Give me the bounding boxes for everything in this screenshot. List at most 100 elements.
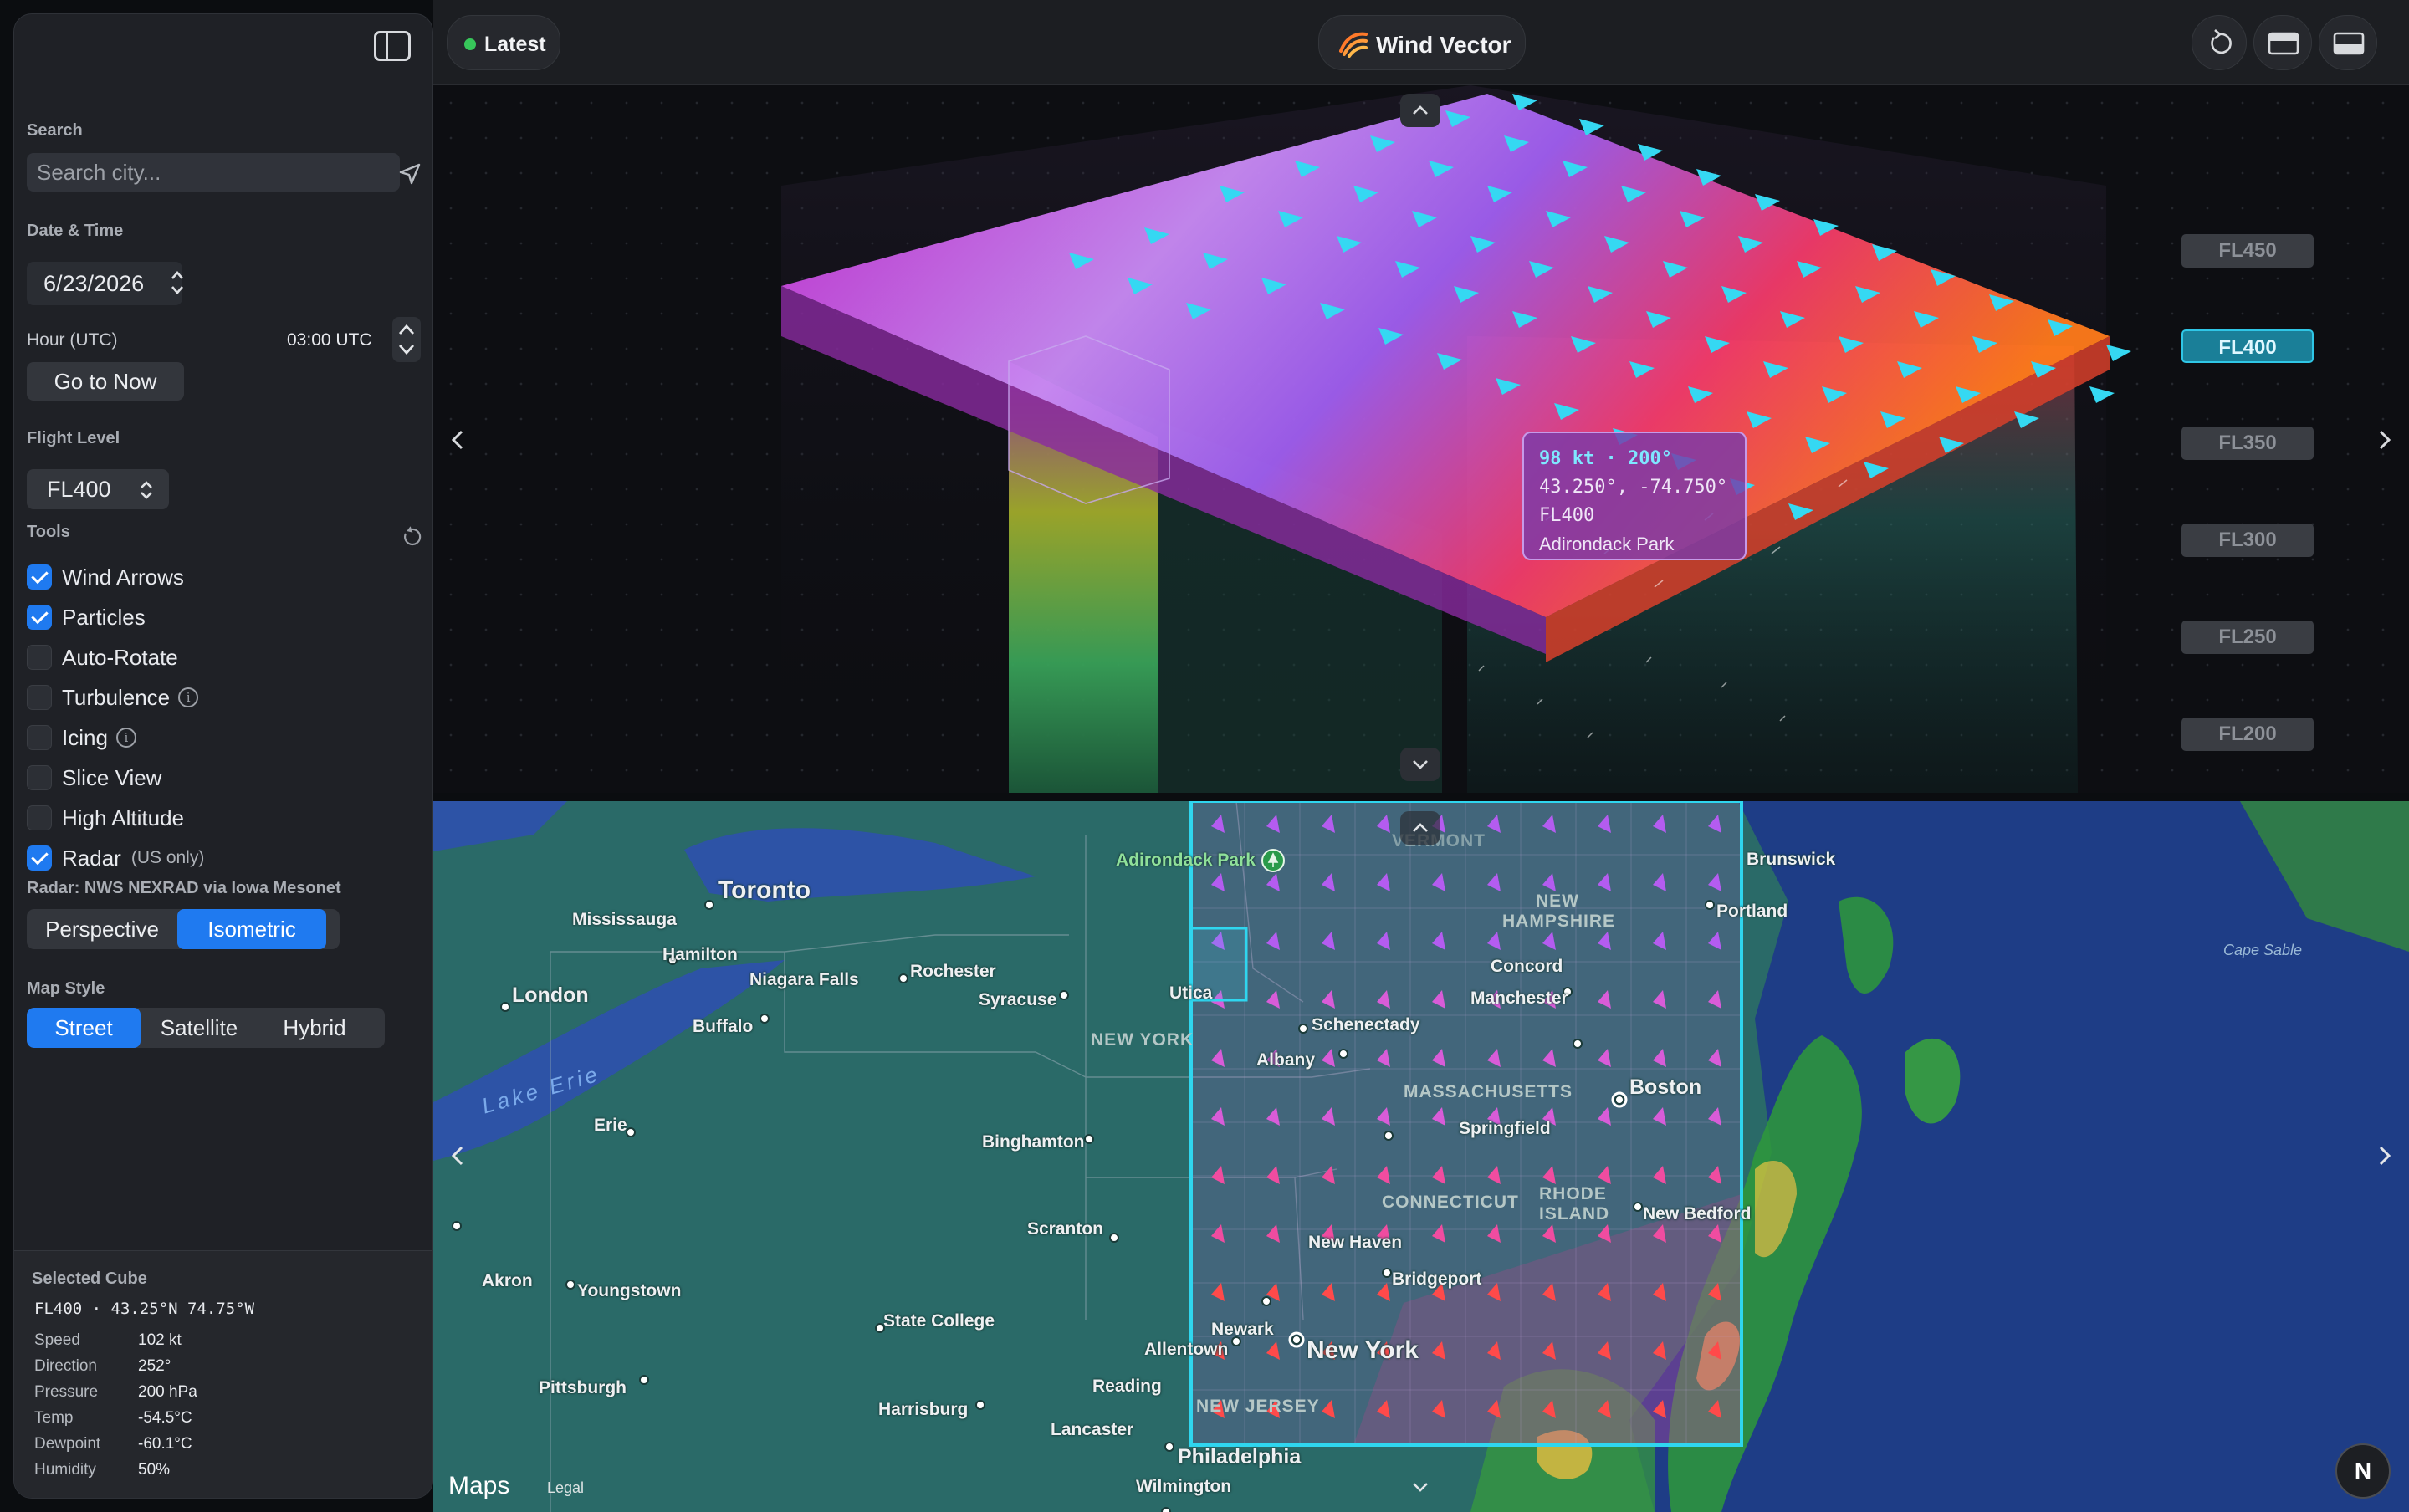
poi-label: Adirondack Park [1116,850,1256,870]
city-label: Allentown [1144,1340,1229,1359]
chevron-right-icon[interactable] [2372,423,2397,457]
go-to-now-button[interactable]: Go to Now [27,362,184,401]
chevron-up-icon [1413,823,1428,832]
reset-icon[interactable] [401,526,422,548]
latest-button[interactable]: Latest [447,15,560,70]
chevron-left-icon[interactable] [445,423,470,457]
tool-turbulence[interactable]: Turbulence i [27,683,199,712]
projection-isometric[interactable]: Isometric [177,909,326,949]
location-arrow-icon[interactable] [397,161,422,186]
chevron-up-button[interactable] [1400,94,1440,127]
city-label: Utica [1169,983,1213,1003]
fl-button-fl300[interactable]: FL300 [2181,524,2314,557]
checkbox-slice-view[interactable] [27,765,52,790]
chevron-left-icon[interactable] [445,1139,470,1172]
region-label: RHODE [1539,1184,1607,1203]
app-title: Wind Vector [1376,32,1511,58]
info-icon[interactable]: i [115,728,136,748]
maps-attribution: Maps [448,1472,509,1500]
cube-key: Pressure [34,1383,99,1401]
chevron-down-icon [1413,760,1428,769]
selected-cube-title: Selected Cube [32,1269,147,1288]
tool-label: Icing [62,724,108,750]
search-input[interactable]: Search city... [27,153,400,192]
tool-radar[interactable]: Radar (US only) [27,844,204,872]
city-label: Toronto [718,876,811,904]
region-label: HAMPSHIRE [1502,912,1616,931]
flight-level-value: FL400 [47,477,111,502]
hour-stepper[interactable] [392,317,421,362]
city-label: London [512,983,589,1007]
map-style-label: Map Style [27,979,105,998]
tool-wind-arrows[interactable]: Wind Arrows [27,563,184,591]
sidebar-toggle-icon[interactable] [374,31,411,61]
checkbox-turbulence[interactable] [27,685,52,710]
region-label: NEW JERSEY [1196,1397,1320,1416]
sidebar-header [14,14,432,84]
maps-label: Maps [448,1472,510,1499]
map-style-satellite[interactable]: Satellite [141,1008,258,1048]
refresh-button[interactable] [2192,15,2247,70]
tool-label: Radar [62,845,121,871]
tool-auto-rotate[interactable]: Auto-Rotate [27,643,178,672]
legal-link[interactable]: Legal [547,1479,584,1497]
projection-perspective[interactable]: Perspective [27,909,177,949]
city-label: Albany [1256,1050,1316,1070]
tooltip-speed: 98 kt · 200° [1539,448,1672,469]
info-icon[interactable]: i [178,687,199,707]
city-label: Schenectady [1312,1015,1420,1034]
chevron-down-icon[interactable] [1400,1470,1440,1504]
brand-pill: Wind Vector [1318,15,1526,70]
region-label: ISLAND [1539,1204,1610,1223]
date-stepper-icon[interactable] [170,268,185,298]
city-label: Scranton [1027,1219,1104,1239]
chevron-right-icon[interactable] [2372,1139,2397,1172]
map-style-hybrid[interactable]: Hybrid [258,1008,371,1048]
checkbox-particles[interactable] [27,605,52,630]
tool-icing[interactable]: Icing i [27,723,136,752]
checkbox-icing[interactable] [27,725,52,750]
cube-key: Humidity [34,1461,96,1479]
map-style-street[interactable]: Street [27,1008,141,1048]
tool-high-altitude[interactable]: High Altitude [27,804,184,832]
city-label: Brunswick [1747,850,1836,869]
fl-button-fl400[interactable]: FL400 [2181,329,2314,363]
layout-bottom-icon [2333,32,2365,55]
checkbox-wind-arrows[interactable] [27,564,52,590]
cape-label: Cape Sable [2223,942,2303,958]
tool-particles[interactable]: Particles [27,603,146,631]
refresh-icon [2211,29,2232,54]
tool-label: Particles [62,604,146,630]
cube-value: 200 hPa [138,1383,197,1401]
poi-marker[interactable]: Adirondack Park [1116,848,1286,873]
flight-level-select[interactable]: FL400 [27,469,169,509]
tool-slice-view[interactable]: Slice View [27,764,161,792]
volume-3d-view[interactable]: 98 kt · 200° 43.250°, -74.750° FL400 Adi… [433,85,2409,793]
layout-top-button[interactable] [2253,15,2312,70]
date-input[interactable]: 6/23/2026 [27,262,182,305]
fl-button-fl450[interactable]: FL450 [2181,234,2314,268]
map-chevron-up-button[interactable] [1400,811,1440,845]
compass-button[interactable]: N [2335,1443,2391,1499]
tool-label: High Altitude [62,805,184,830]
checkbox-high-altitude[interactable] [27,805,52,830]
fl-button-fl200[interactable]: FL200 [2181,718,2314,751]
projection-toggle: Perspective Isometric [27,909,340,949]
flight-level-label: Flight Level [27,429,120,447]
layout-bottom-button[interactable] [2319,15,2377,70]
tooltip-coords: 43.250°, -74.750° [1539,477,1728,498]
city-label: Harrisburg [878,1400,969,1419]
city-label: Pittsburgh [539,1378,627,1397]
cube-tooltip: 98 kt · 200° 43.250°, -74.750° FL400 Adi… [1522,432,1747,560]
fl-button-fl250[interactable]: FL250 [2181,621,2314,654]
map-view[interactable]: Toronto Mississauga Hamilton Niagara Fal… [433,801,2409,1512]
chevron-down-button[interactable] [1400,748,1440,781]
city-label: Buffalo [693,1017,754,1036]
fl-button-fl350[interactable]: FL350 [2181,427,2314,460]
city-label: Mississauga [572,910,677,929]
city-label: Erie [594,1116,627,1135]
checkbox-auto-rotate[interactable] [27,645,52,670]
chevron-updown-icon [141,481,152,499]
city-label: Boston [1629,1075,1702,1099]
checkbox-radar[interactable] [27,845,52,871]
